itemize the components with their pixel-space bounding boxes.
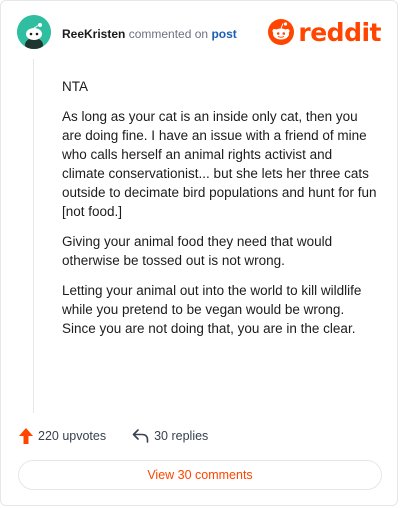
author-line: ReeKristen commented on post xyxy=(62,27,237,41)
avatar[interactable] xyxy=(17,15,51,49)
upvote-arrow-icon xyxy=(19,428,33,444)
view-comments-button[interactable]: View 30 comments xyxy=(18,460,382,490)
upvote-stat[interactable]: 220 upvotes xyxy=(19,428,106,444)
reply-arrow-icon xyxy=(132,429,149,443)
comment-paragraph: NTA xyxy=(62,79,88,94)
brand-wordmark: reddit xyxy=(298,17,381,47)
reddit-logo-icon xyxy=(268,19,295,45)
reply-stat[interactable]: 30 replies xyxy=(132,429,208,443)
comment-paragraph: Giving your animal food they need that w… xyxy=(62,234,333,268)
upvote-count: 220 upvotes xyxy=(38,429,107,443)
reply-count: 30 replies xyxy=(154,429,209,443)
comment-paragraph: As long as your cat is an inside only ca… xyxy=(62,109,377,219)
reddit-brand: reddit xyxy=(268,17,381,47)
comment-body: NTA As long as your cat is an inside onl… xyxy=(62,77,378,349)
comment-header: ReeKristen commented on post reddit xyxy=(17,15,381,53)
comment-card: ReeKristen commented on post reddit NTA … xyxy=(0,0,398,506)
snoo-avatar-icon xyxy=(17,15,51,49)
comment-paragraph: Letting your animal out into the world t… xyxy=(62,283,362,336)
thread-line xyxy=(33,59,34,413)
post-link[interactable]: post xyxy=(211,27,236,41)
author-name[interactable]: ReeKristen xyxy=(62,27,125,41)
comment-footer: 220 upvotes 30 replies xyxy=(19,426,208,446)
comment-action: commented on xyxy=(128,27,209,41)
